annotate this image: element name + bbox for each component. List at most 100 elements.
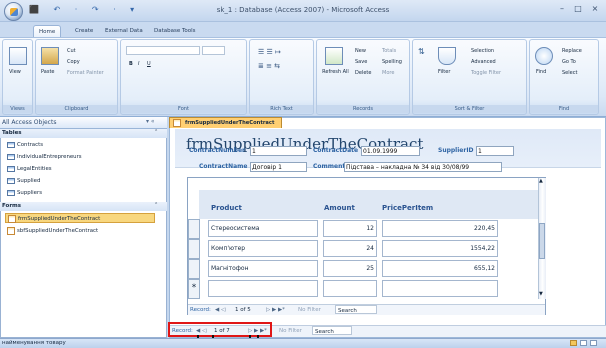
section-tables[interactable]: Tables [0, 129, 167, 138]
tab-database-tools[interactable]: Database Tools [149, 25, 201, 37]
bold-button[interactable]: B [129, 61, 133, 67]
paste-icon[interactable] [41, 47, 59, 65]
price-cell[interactable]: 655,12 [382, 260, 498, 277]
form-icon [8, 215, 16, 223]
new-label[interactable]: New [355, 48, 366, 54]
nav-item-label: LegalEntities [17, 166, 52, 172]
design-view-icon[interactable] [590, 340, 597, 346]
find-icon[interactable] [535, 47, 553, 65]
column-header-product: Product [211, 204, 242, 212]
font-name-field[interactable] [126, 46, 200, 55]
status-text: найменування товару [2, 340, 66, 346]
font-size-field[interactable] [202, 46, 225, 55]
new-product-cell[interactable] [208, 280, 318, 297]
views-group: View Views [2, 39, 33, 115]
next-record-icon[interactable]: ▷ ▶ ▶* [266, 305, 285, 315]
refresh-label[interactable]: Refresh All [322, 69, 349, 75]
tab-home[interactable]: Home [33, 25, 62, 37]
nav-item-legal-entities[interactable]: LegalEntities [5, 164, 155, 174]
nav-item-individual-entrepreneurs[interactable]: IndividualEntrepreneurs [5, 152, 155, 162]
datasheet-view-icon[interactable] [580, 340, 587, 346]
document-tab[interactable]: frmSuppliedUnderTheContract [169, 117, 282, 128]
subform-search-box[interactable]: Search [335, 305, 377, 314]
selection-label[interactable]: Selection [471, 48, 494, 54]
list-icons[interactable]: ☰ ☰ ↦ [258, 48, 281, 56]
select-label[interactable]: Select [562, 70, 577, 76]
subform-current-record[interactable]: 1 of 5 [235, 305, 251, 315]
format-painter-label[interactable]: Format Painter [67, 70, 104, 76]
first-record-icon[interactable]: ◀ ◁ [215, 305, 225, 315]
document-tab-label: frmSuppliedUnderTheContract [185, 120, 275, 126]
view-label[interactable]: View [9, 69, 21, 75]
product-cell[interactable]: Стереосистема [208, 220, 318, 237]
filter-label[interactable]: Filter [438, 69, 450, 75]
tab-create[interactable]: Create [70, 25, 98, 37]
align-icons[interactable]: ≣ ≡ ⇆ [258, 62, 280, 70]
new-amount-cell[interactable] [323, 280, 377, 297]
price-cell[interactable]: 1554,22 [382, 240, 498, 257]
main-no-filter[interactable]: No Filter [279, 326, 302, 336]
sort-filter-group-label: Sort & Filter [413, 105, 526, 113]
paste-label[interactable]: Paste [41, 69, 55, 75]
toggle-filter-label[interactable]: Toggle Filter [471, 70, 501, 76]
nav-item-supplied[interactable]: Supplied [5, 176, 155, 186]
nav-item-sbf-supplied-under-the-contract[interactable]: sbfSuppliedUnderTheContract [5, 226, 155, 236]
section-forms[interactable]: Forms [0, 202, 167, 211]
contract-date-field[interactable]: 01.09.1999 [361, 146, 420, 156]
totals-label[interactable]: Totals [382, 48, 396, 54]
table-icon [7, 154, 15, 160]
view-icon[interactable] [9, 47, 27, 65]
save-label[interactable]: Save [355, 59, 367, 65]
nav-item-contracts[interactable]: Contracts [5, 140, 155, 150]
find-label[interactable]: Find [536, 69, 546, 75]
record-selector[interactable] [188, 219, 200, 239]
goto-label[interactable]: Go To [562, 59, 576, 65]
new-price-cell[interactable] [382, 280, 498, 297]
spelling-label[interactable]: Spelling [382, 59, 402, 65]
scroll-thumb[interactable] [539, 223, 545, 259]
contract-number-field[interactable]: 1 [250, 146, 307, 156]
product-cell[interactable]: Магнітофон [208, 260, 318, 277]
close-button[interactable]: × [588, 4, 602, 13]
replace-label[interactable]: Replace [562, 48, 582, 54]
advanced-label[interactable]: Advanced [471, 59, 496, 65]
price-cell[interactable]: 220,45 [382, 220, 498, 237]
maximize-button[interactable]: □ [571, 4, 585, 13]
tab-external-data[interactable]: External Data [100, 25, 148, 37]
subform-no-filter[interactable]: No Filter [298, 305, 321, 315]
delete-label[interactable]: Delete [355, 70, 371, 76]
chevron-down-icon[interactable]: ▾ « [146, 118, 155, 125]
more-label[interactable]: More [382, 70, 394, 76]
amount-cell[interactable]: 24 [323, 240, 377, 257]
main-search-box[interactable]: Search [312, 326, 352, 335]
subform-record-label: Record: [190, 307, 211, 313]
minimize-button[interactable]: – [555, 4, 569, 13]
navigation-pane-header[interactable]: All Access Objects ▾ « [0, 117, 167, 129]
product-cell[interactable]: Комп'ютер [208, 240, 318, 257]
collapse-tables-icon[interactable]: ⌃ [154, 129, 158, 135]
italic-button[interactable]: I [138, 61, 139, 67]
record-selector[interactable] [188, 239, 200, 259]
sort-filter-group: ⇅ Filter Selection Advanced Toggle Filte… [412, 39, 527, 115]
scroll-down-icon[interactable]: ▼ [539, 291, 543, 297]
amount-cell[interactable]: 25 [323, 260, 377, 277]
scroll-up-icon[interactable]: ▲ [539, 178, 543, 184]
comment-field[interactable]: Підстава – накладна № 34 від 30/08/99 [344, 162, 502, 172]
cut-label[interactable]: Cut [67, 48, 76, 54]
contract-name-field[interactable]: Договір 1 [250, 162, 307, 172]
supplier-id-field[interactable]: 1 [476, 146, 514, 156]
collapse-forms-icon[interactable]: ⌃ [154, 202, 158, 208]
nav-item-suppliers[interactable]: Suppliers [5, 188, 155, 198]
copy-label[interactable]: Copy [67, 59, 80, 65]
supplier-id-label: SupplierID [438, 147, 474, 154]
form-view-icon[interactable] [570, 340, 577, 346]
nav-item-frm-supplied-under-the-contract[interactable]: frmSuppliedUnderTheContract [5, 213, 155, 223]
amount-cell[interactable]: 12 [323, 220, 377, 237]
filter-icon[interactable] [438, 47, 456, 65]
new-record-selector[interactable]: * [188, 279, 200, 299]
refresh-icon[interactable] [325, 47, 343, 65]
record-selector[interactable] [188, 259, 200, 279]
sort-icons[interactable]: ⇅ [418, 47, 425, 56]
records-group: Refresh All New Save Delete Totals Spell… [316, 39, 410, 115]
underline-button[interactable]: U [147, 61, 151, 67]
